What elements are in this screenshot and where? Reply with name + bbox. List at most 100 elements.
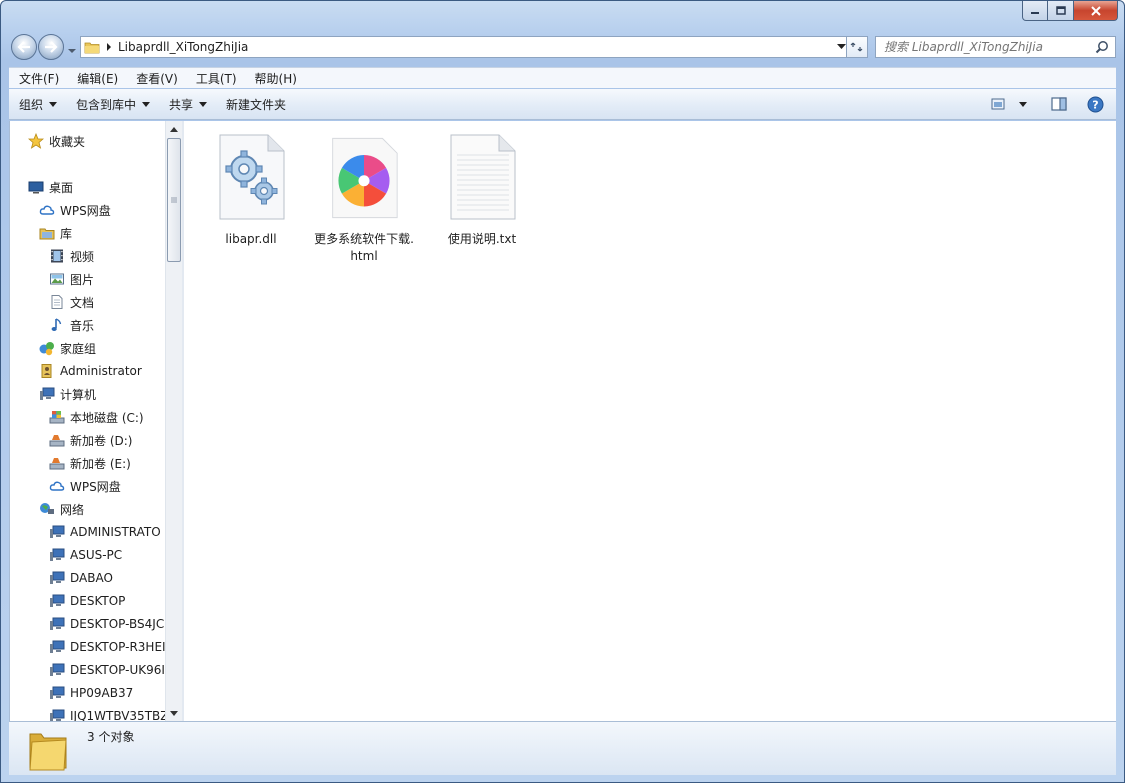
new-folder-button[interactable]: 新建文件夹 [216, 89, 295, 119]
share-button[interactable]: 共享 [159, 89, 216, 119]
chevron-down-icon [170, 710, 178, 716]
tree-item-network-pc[interactable]: DESKTOP-BS4JC [49, 613, 164, 635]
tree-item-documents[interactable]: 文档 [49, 291, 94, 313]
file-list[interactable]: libapr.dll 更多系统软件下载.html 使用说明.txt [184, 121, 1116, 721]
tree-item-music[interactable]: 音乐 [49, 314, 94, 336]
menu-tools[interactable]: 工具(T) [186, 70, 245, 87]
network-computer-icon [50, 663, 65, 676]
organize-label: 组织 [19, 97, 44, 112]
view-options-dropdown[interactable] [1013, 89, 1045, 119]
tree-item-network[interactable]: 网络 [39, 498, 84, 520]
tree-label: DESKTOP [70, 594, 126, 608]
tree-label: ADMINISTRATO [70, 525, 161, 539]
minimize-icon [1031, 11, 1039, 14]
breadcrumb-arrow-icon[interactable] [106, 43, 112, 51]
search-input[interactable] [876, 38, 1095, 56]
music-note-icon [51, 318, 62, 331]
network-computer-icon [50, 617, 65, 630]
user-folder-icon [41, 364, 52, 378]
tree-item-network-pc[interactable]: IJQ1WTBV35TBZ [49, 705, 168, 721]
tree-item-drive-e[interactable]: 新加卷 (E:) [49, 452, 131, 474]
menu-file[interactable]: 文件(F) [9, 70, 67, 87]
search-box[interactable] [875, 36, 1116, 58]
chevron-down-icon[interactable] [837, 44, 846, 50]
network-computer-icon [50, 571, 65, 584]
file-item-html[interactable]: 更多系统软件下载.html [314, 133, 414, 265]
command-bar-right: ? [985, 89, 1116, 119]
address-bar[interactable]: Libaprdll_XiTongZhiJia [80, 36, 851, 58]
forward-button[interactable] [38, 34, 64, 60]
tree-label: DESKTOP-UK96I [70, 663, 165, 677]
tree-label: HP09AB37 [70, 686, 134, 700]
organize-button[interactable]: 组织 [9, 89, 66, 119]
tree-item-network-pc[interactable]: ADMINISTRATO [49, 521, 161, 543]
tree-item-network-pc[interactable]: DABAO [49, 567, 113, 589]
include-library-label: 包含到库中 [76, 97, 137, 112]
cloud-icon [49, 481, 65, 491]
chevron-down-icon [49, 101, 58, 107]
text-document-icon [447, 133, 517, 223]
tree-item-network-pc[interactable]: HP09AB37 [49, 682, 133, 704]
computer-icon [40, 387, 55, 400]
share-label: 共享 [169, 97, 194, 112]
tree-item-computer[interactable]: 计算机 [39, 383, 96, 405]
tree-label: DESKTOP-BS4JC [70, 617, 165, 631]
tree-item-drive-c[interactable]: 本地磁盘 (C:) [49, 406, 144, 428]
tree-item-network-pc[interactable]: DESKTOP [49, 590, 125, 612]
back-button[interactable] [11, 34, 37, 60]
include-in-library-button[interactable]: 包含到库中 [66, 89, 159, 119]
network-computer-icon [50, 686, 65, 699]
menu-bar: 文件(F) 编辑(E) 查看(V) 工具(T) 帮助(H) [9, 67, 1116, 88]
tree-item-pictures[interactable]: 图片 [49, 268, 94, 290]
tree-label: 视频 [70, 249, 95, 264]
scroll-up-button[interactable] [166, 121, 182, 137]
recent-pages-dropdown[interactable] [68, 43, 76, 57]
cloud-icon [39, 205, 55, 215]
homegroup-icon [39, 342, 54, 356]
help-button[interactable]: ? [1081, 89, 1116, 119]
folder-icon [84, 42, 100, 54]
tree-label: WPS网盘 [60, 203, 111, 218]
minimize-button[interactable] [1022, 1, 1048, 21]
caption-buttons [1022, 1, 1118, 21]
tree-item-favorites[interactable]: 收藏夹 [28, 130, 85, 152]
help-icon: ? [1087, 96, 1104, 112]
tree-item-libraries[interactable]: 库 [39, 222, 72, 244]
preview-pane-button[interactable] [1045, 89, 1081, 119]
tree-label: 新加卷 (E:) [70, 456, 131, 471]
scroll-thumb[interactable] [167, 138, 181, 262]
refresh-icon [850, 42, 863, 52]
tree-item-network-pc[interactable]: ASUS-PC [49, 544, 122, 566]
tree-label: 计算机 [60, 387, 97, 402]
file-name: libapr.dll [225, 232, 277, 246]
refresh-button[interactable] [846, 36, 868, 58]
tree-item-wps-cloud-drive[interactable]: WPS网盘 [49, 475, 121, 497]
menu-view[interactable]: 查看(V) [126, 70, 186, 87]
explorer-body: 收藏夹 桌面 WPS网盘 库 视频 图片 文档 音乐 家庭组 Administr… [9, 121, 1116, 721]
scroll-down-button[interactable] [166, 705, 182, 721]
tree-label: IJQ1WTBV35TBZ [70, 709, 169, 721]
address-path[interactable]: Libaprdll_XiTongZhiJia [118, 40, 248, 54]
network-computer-icon [50, 548, 65, 561]
close-button[interactable] [1074, 1, 1118, 21]
search-icon[interactable] [1095, 40, 1109, 54]
tree-item-network-pc[interactable]: DESKTOP-R3HEI [49, 636, 166, 658]
explorer-window: Libaprdll_XiTongZhiJia 文件(F) 编辑(E) 查看(V)… [0, 0, 1125, 783]
tree-item-videos[interactable]: 视频 [49, 245, 94, 267]
navigation-pane: 收藏夹 桌面 WPS网盘 库 视频 图片 文档 音乐 家庭组 Administr… [10, 121, 182, 721]
tree-item-drive-d[interactable]: 新加卷 (D:) [49, 429, 132, 451]
tree-item-network-pc[interactable]: DESKTOP-UK96I [49, 659, 165, 681]
tree-item-administrator[interactable]: Administrator [39, 360, 142, 382]
change-view-button[interactable] [985, 89, 1013, 119]
maximize-button[interactable] [1048, 1, 1074, 21]
navigation-scrollbar[interactable] [165, 121, 182, 721]
menu-help[interactable]: 帮助(H) [245, 70, 305, 87]
file-item-libapr-dll[interactable]: libapr.dll [201, 133, 301, 248]
file-item-readme-txt[interactable]: 使用说明.txt [432, 133, 532, 248]
document-icon [51, 295, 63, 309]
tree-item-wps-cloud[interactable]: WPS网盘 [39, 199, 111, 221]
menu-edit[interactable]: 编辑(E) [67, 70, 126, 87]
tree-item-homegroup[interactable]: 家庭组 [39, 337, 96, 359]
tree-item-desktop[interactable]: 桌面 [28, 176, 73, 198]
tree-label: DABAO [70, 571, 113, 585]
